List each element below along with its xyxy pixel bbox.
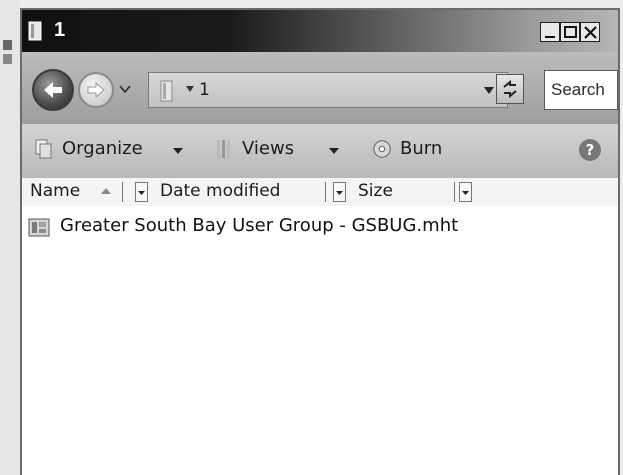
navigation-bar: 1 Search (22, 52, 618, 124)
minimize-button[interactable] (540, 22, 560, 42)
column-header-name[interactable]: Name (22, 178, 130, 206)
history-dropdown-icon[interactable] (118, 82, 132, 96)
column-size-label: Size (358, 181, 393, 201)
column-name-label: Name (30, 181, 81, 201)
organize-button[interactable]: Organize (34, 136, 194, 164)
close-button[interactable] (580, 22, 600, 42)
folder-icon (160, 80, 173, 102)
forward-arrow-icon (87, 81, 105, 99)
views-label: Views (242, 138, 295, 159)
views-icon (217, 140, 230, 158)
views-button[interactable]: Views (214, 136, 354, 164)
column-dropdown-icon (462, 191, 469, 195)
organize-label: Organize (62, 138, 143, 159)
column-separator[interactable] (325, 182, 326, 202)
sort-ascending-icon (101, 188, 111, 194)
name-column-filter[interactable] (135, 182, 148, 202)
mht-file-icon (28, 218, 50, 237)
column-dropdown-icon (336, 191, 343, 195)
size-column-filter[interactable] (459, 182, 472, 202)
column-separator[interactable] (454, 182, 455, 202)
command-toolbar: Organize Views Burn ? (22, 124, 618, 178)
burn-button[interactable]: Burn (372, 136, 472, 164)
search-placeholder: Search (551, 80, 605, 99)
back-button[interactable] (32, 69, 74, 111)
address-path: 1 (199, 80, 210, 100)
maximize-button[interactable] (560, 22, 580, 42)
maximize-icon (564, 26, 577, 38)
address-dropdown-icon[interactable] (483, 85, 495, 95)
back-arrow-icon (44, 82, 62, 98)
burn-disc-icon (373, 140, 391, 158)
file-list: Greater South Bay User Group - GSBUG.mht (22, 206, 618, 475)
column-separator[interactable] (122, 182, 123, 202)
refresh-button[interactable] (496, 74, 524, 104)
list-item[interactable]: Greater South Bay User Group - GSBUG.mht (22, 214, 618, 240)
close-icon (584, 26, 597, 39)
address-bar[interactable]: 1 (148, 72, 508, 108)
title-bar[interactable]: 1 (22, 10, 618, 52)
desktop-background (0, 0, 20, 475)
refresh-icon (503, 79, 517, 99)
desktop-icon[interactable] (2, 38, 14, 68)
svg-text:?: ? (586, 141, 595, 159)
window-title: 1 (54, 19, 66, 41)
column-header-size[interactable]: Size (350, 178, 450, 206)
file-name: Greater South Bay User Group - GSBUG.mht (60, 215, 459, 236)
search-input[interactable]: Search (544, 70, 618, 110)
forward-button[interactable] (78, 72, 114, 108)
organize-icon (35, 139, 52, 159)
minimize-icon (545, 36, 555, 38)
date-column-filter[interactable] (333, 182, 346, 202)
help-icon[interactable]: ? (578, 138, 602, 162)
views-dropdown-icon (329, 148, 339, 154)
folder-icon (28, 21, 42, 41)
column-header-row: Name Date modified Size (22, 178, 618, 207)
organize-dropdown-icon (173, 148, 183, 154)
column-dropdown-icon (138, 191, 145, 195)
column-header-date-modified[interactable]: Date modified (152, 178, 322, 206)
explorer-window: 1 1 Search Organize Views Burn ? Name Da… (20, 8, 620, 475)
burn-label: Burn (400, 138, 443, 159)
column-date-label: Date modified (160, 181, 281, 201)
breadcrumb-arrow-icon[interactable] (185, 85, 195, 93)
